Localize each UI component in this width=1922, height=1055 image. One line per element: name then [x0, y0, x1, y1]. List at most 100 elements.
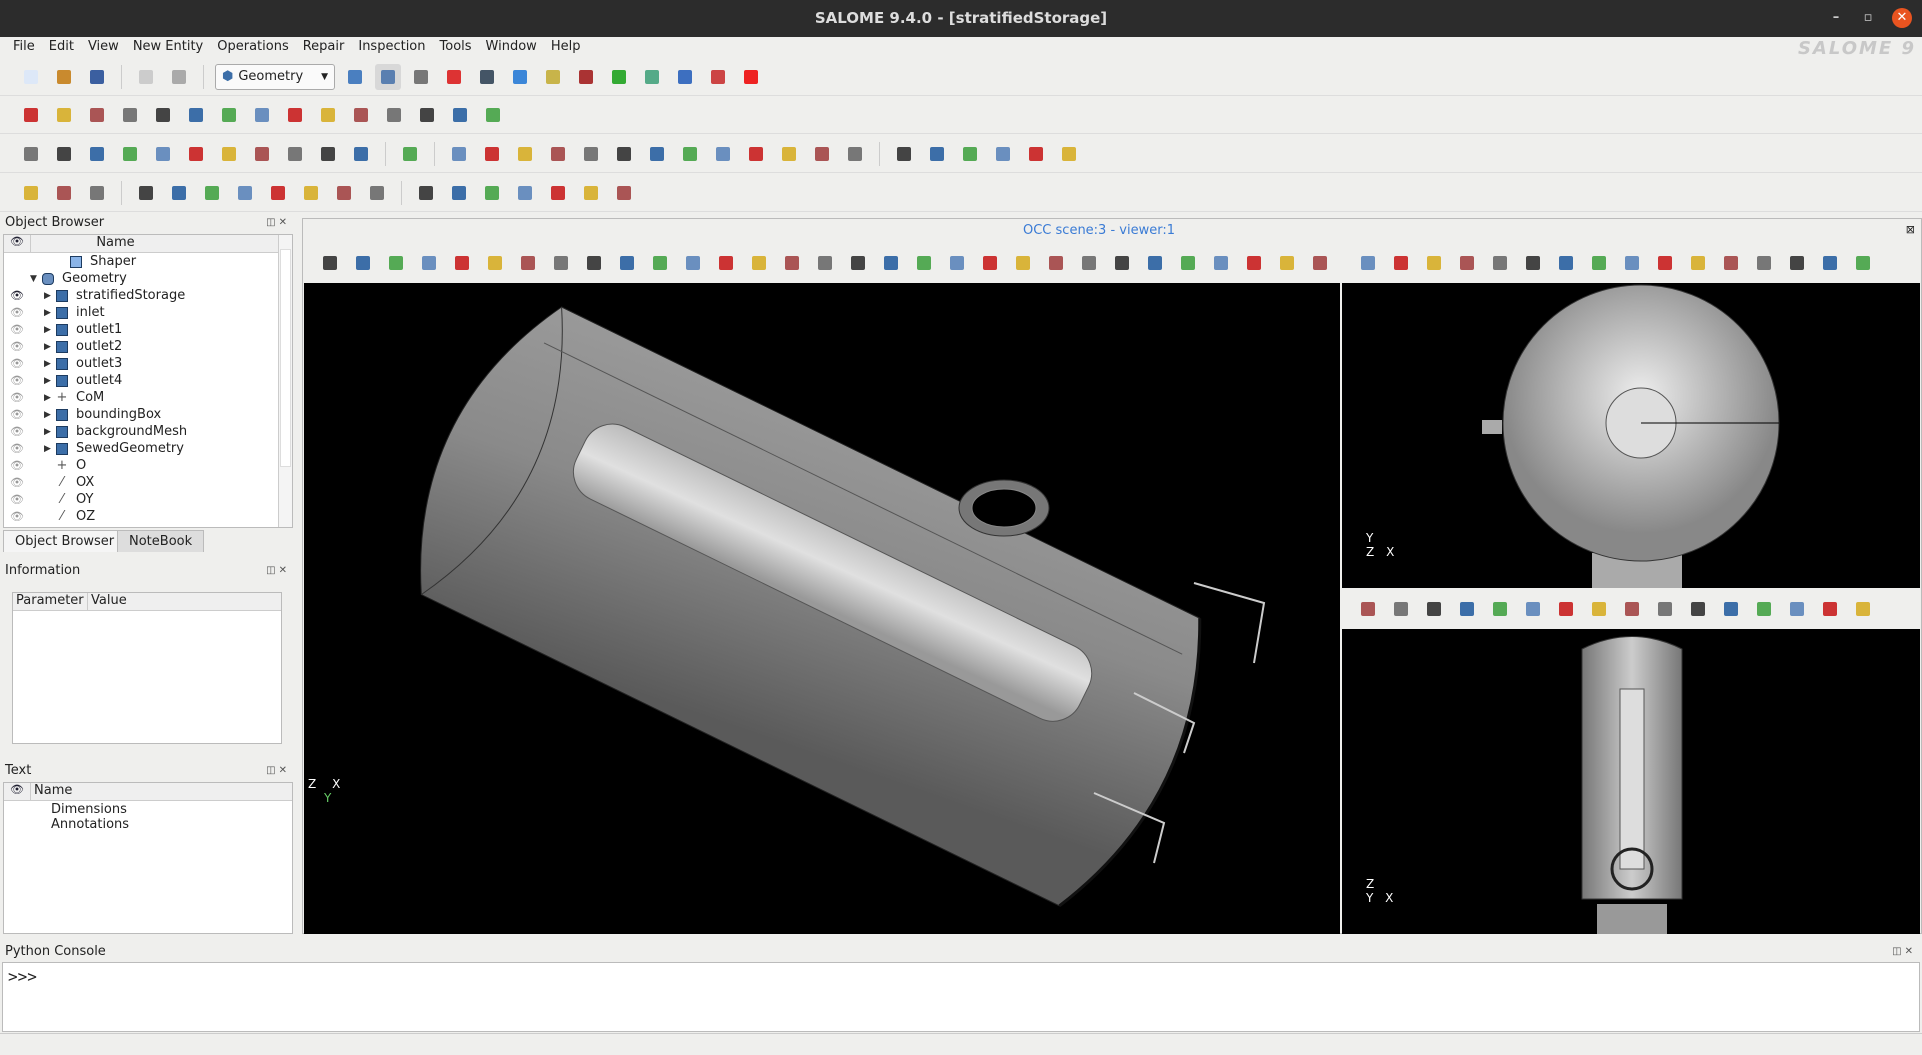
toolbar-tool-icon[interactable] [1023, 141, 1049, 167]
visibility-eye-icon[interactable]: 👁 [4, 306, 30, 319]
toolbar-tool-icon[interactable] [1487, 596, 1513, 622]
tree-item[interactable]: 👁 ▶ inlet [4, 304, 292, 321]
toolbar-tool-icon[interactable] [348, 102, 374, 128]
yacs-module-icon[interactable] [474, 64, 500, 90]
toolbar-tool-icon[interactable] [1751, 596, 1777, 622]
toolbar-tool-icon[interactable] [710, 141, 736, 167]
expand-arrow-icon[interactable]: ▶ [44, 359, 56, 369]
toolbar-tool-icon[interactable] [990, 141, 1016, 167]
toolbar-tool-icon[interactable] [911, 250, 937, 276]
toolbar-tool-icon[interactable] [447, 102, 473, 128]
menu-edit[interactable]: Edit [42, 37, 81, 58]
toolbar-tool-icon[interactable] [680, 250, 706, 276]
expand-arrow-icon[interactable]: ▶ [44, 325, 56, 335]
expand-arrow-icon[interactable]: ▶ [44, 308, 56, 318]
toolbar-tool-icon[interactable] [891, 141, 917, 167]
tree-item[interactable]: 👁 ▶ outlet2 [4, 338, 292, 355]
save-icon[interactable] [84, 64, 110, 90]
toolbar-tool-icon[interactable] [578, 180, 604, 206]
toolbar-tool-icon[interactable] [1208, 250, 1234, 276]
tree-item[interactable]: Shaper [4, 253, 292, 270]
toolbar-tool-icon[interactable] [84, 180, 110, 206]
dock-buttons[interactable]: ◫✕ [266, 765, 290, 776]
toolbar-tool-icon[interactable] [1751, 250, 1777, 276]
visibility-eye-icon[interactable]: 👁 [4, 391, 30, 404]
tree-item[interactable]: ▼ Geometry [4, 270, 292, 287]
toolbar-tool-icon[interactable] [449, 250, 475, 276]
visibility-eye-icon[interactable]: 👁 [4, 442, 30, 455]
toolbar-tool-icon[interactable] [331, 180, 357, 206]
toolbar-tool-icon[interactable] [183, 102, 209, 128]
toolbar-tool-icon[interactable] [1718, 250, 1744, 276]
toolbar-tool-icon[interactable] [944, 250, 970, 276]
tree-item[interactable]: 👁 ▶ outlet1 [4, 321, 292, 338]
toolbar-tool-icon[interactable] [381, 102, 407, 128]
toolbar-tool-icon[interactable] [743, 141, 769, 167]
toolbar-tool-icon[interactable] [845, 250, 871, 276]
tree-item[interactable]: 👁 ▶ SewedGeometry [4, 440, 292, 457]
visibility-eye-icon[interactable]: 👁 [4, 425, 30, 438]
toolbar-tool-icon[interactable] [1652, 596, 1678, 622]
toolbar-tool-icon[interactable] [512, 141, 538, 167]
toolbar-tool-icon[interactable] [677, 141, 703, 167]
expand-arrow-icon[interactable]: ▶ [44, 410, 56, 420]
menu-new-entity[interactable]: New Entity [126, 37, 210, 58]
toolbar-tool-icon[interactable] [282, 102, 308, 128]
toolbar-tool-icon[interactable] [317, 250, 343, 276]
open-file-icon[interactable] [51, 64, 77, 90]
toolbar-tool-icon[interactable] [1274, 250, 1300, 276]
toolbar-tool-icon[interactable] [1487, 250, 1513, 276]
menu-view[interactable]: View [81, 37, 126, 58]
menu-tools[interactable]: Tools [433, 37, 479, 58]
paste-icon[interactable] [166, 64, 192, 90]
toolbar-tool-icon[interactable] [515, 250, 541, 276]
tree-item[interactable]: 👁 ▶ stratifiedStorage [4, 287, 292, 304]
toolbar-tool-icon[interactable] [545, 180, 571, 206]
toolbar-tool-icon[interactable] [1553, 596, 1579, 622]
tree-item[interactable]: 👁 ▶ backgroundMesh [4, 423, 292, 440]
toolbar-tool-icon[interactable] [282, 141, 308, 167]
visibility-eye-icon[interactable]: 👁 [4, 510, 30, 523]
expand-arrow-icon[interactable]: ▶ [44, 427, 56, 437]
toolbar-tool-icon[interactable] [84, 102, 110, 128]
toolbar-tool-icon[interactable] [446, 141, 472, 167]
menu-inspection[interactable]: Inspection [351, 37, 432, 58]
tool-icon[interactable] [705, 64, 731, 90]
toolbar-tool-icon[interactable] [413, 180, 439, 206]
toolbar-tool-icon[interactable] [1454, 250, 1480, 276]
python-console[interactable]: >>> [2, 962, 1920, 1032]
toolbar-tool-icon[interactable] [548, 250, 574, 276]
toolbar-tool-icon[interactable] [1718, 596, 1744, 622]
study-icon[interactable] [540, 64, 566, 90]
paravis-module-icon[interactable] [441, 64, 467, 90]
expand-arrow-icon[interactable]: ▶ [44, 342, 56, 352]
toolbar-tool-icon[interactable] [364, 180, 390, 206]
toolbar-tool-icon[interactable] [812, 250, 838, 276]
toolbar-tool-icon[interactable] [18, 180, 44, 206]
toolbar-tool-icon[interactable] [977, 250, 1003, 276]
toolbar-tool-icon[interactable] [150, 141, 176, 167]
maximize-button[interactable]: ▫ [1858, 8, 1878, 28]
visibility-eye-icon[interactable]: 👁 [4, 493, 30, 506]
dock-buttons[interactable]: ◫✕ [266, 217, 290, 228]
plugin-icon[interactable] [738, 64, 764, 90]
toolbar-tool-icon[interactable] [183, 141, 209, 167]
toolbar-tool-icon[interactable] [1685, 250, 1711, 276]
toolbar-tool-icon[interactable] [1076, 250, 1102, 276]
toolbar-tool-icon[interactable] [1619, 596, 1645, 622]
menu-repair[interactable]: Repair [296, 37, 352, 58]
tab-object-browser[interactable]: Object Browser [3, 530, 127, 552]
toolbar-tool-icon[interactable] [746, 250, 772, 276]
toolbar-tool-icon[interactable] [644, 141, 670, 167]
toolbar-tool-icon[interactable] [1043, 250, 1069, 276]
toolbar-tool-icon[interactable] [1388, 596, 1414, 622]
toolbar-tool-icon[interactable] [1307, 250, 1333, 276]
tree-item[interactable]: 👁 ▶ outlet3 [4, 355, 292, 372]
toolbar-tool-icon[interactable] [842, 141, 868, 167]
toolbar-tool-icon[interactable] [1586, 250, 1612, 276]
expand-arrow-icon[interactable]: ▶ [44, 376, 56, 386]
toolbar-tool-icon[interactable] [397, 141, 423, 167]
toolbar-tool-icon[interactable] [1355, 596, 1381, 622]
expand-arrow-icon[interactable]: ▶ [44, 444, 56, 454]
toolbar-tool-icon[interactable] [414, 102, 440, 128]
